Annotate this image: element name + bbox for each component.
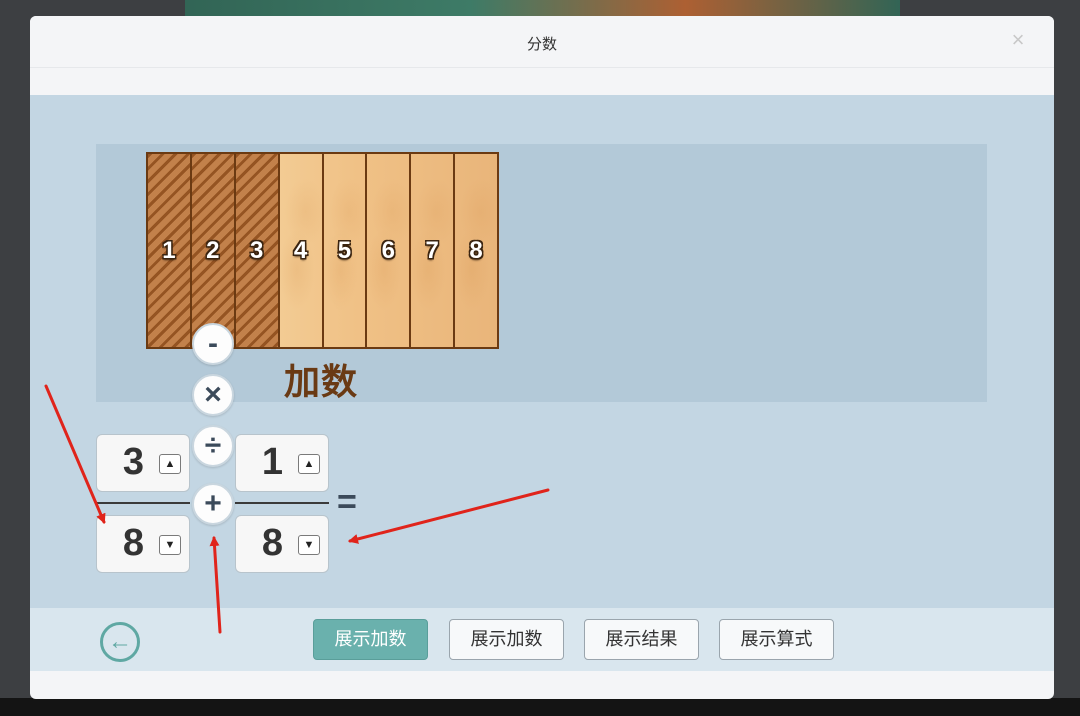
segment-number: 3: [250, 236, 264, 264]
show-formula-button[interactable]: 展示算式: [719, 619, 834, 660]
dialog-title: 分数: [526, 36, 557, 53]
bar-segment: 2: [191, 154, 236, 347]
right-numerator-up-button[interactable]: ▲: [298, 454, 320, 474]
visual-area: 1 2 3 4 5 6 7 8 加数: [96, 144, 987, 402]
left-denominator-down-button[interactable]: ▼: [159, 535, 181, 555]
left-numerator-up-button[interactable]: ▲: [159, 454, 181, 474]
bar-segment: 1: [148, 154, 192, 347]
dialog-header: 分数 ×: [30, 16, 1054, 68]
left-fraction-line: [96, 502, 190, 504]
bar-segment: 3: [235, 154, 280, 347]
fraction-dialog: 分数 × 1 2 3 4 5 6 7 8 加数 3 ▲ 8 ▼ 1 ▲ 8 ▼ …: [30, 16, 1054, 699]
segment-number: 4: [293, 236, 308, 264]
equals-sign: =: [337, 483, 357, 521]
right-numerator-field[interactable]: 1 ▲: [235, 434, 329, 492]
show-addend-button-active[interactable]: 展示加数: [313, 619, 428, 660]
dialog-content: 1 2 3 4 5 6 7 8 加数 3 ▲ 8 ▼ 1 ▲ 8 ▼ - × ÷…: [30, 95, 1054, 608]
left-denominator-value: 8: [122, 522, 145, 564]
back-arrow-icon[interactable]: ←: [100, 622, 140, 662]
close-icon[interactable]: ×: [1008, 29, 1028, 51]
segment-number: 7: [425, 236, 439, 264]
taskbar: [0, 698, 1080, 716]
segment-number: 6: [381, 236, 395, 264]
dialog-footer: ← 展示加数 展示加数 展示结果 展示算式: [30, 608, 1054, 671]
show-result-button[interactable]: 展示结果: [584, 619, 699, 660]
right-numerator-value: 1: [261, 441, 284, 483]
left-denominator-field[interactable]: 8 ▼: [96, 515, 190, 573]
segment-number: 5: [337, 236, 352, 264]
bar-segment: 7: [411, 154, 456, 347]
background-app-banner: [185, 0, 900, 16]
divide-button[interactable]: ÷: [192, 425, 234, 467]
plus-button[interactable]: +: [192, 483, 234, 525]
right-denominator-value: 8: [261, 522, 284, 564]
segment-number: 1: [162, 236, 176, 264]
segment-number: 2: [206, 236, 220, 264]
bar-segment: 8: [455, 154, 497, 347]
times-button[interactable]: ×: [192, 374, 234, 416]
right-denominator-down-button[interactable]: ▼: [298, 535, 320, 555]
segment-number: 8: [469, 236, 483, 264]
fraction-bar: 1 2 3 4 5 6 7 8: [146, 152, 499, 349]
bar-segment: 6: [367, 154, 412, 347]
addend-label: 加数: [284, 361, 359, 402]
right-denominator-field[interactable]: 8 ▼: [235, 515, 329, 573]
bar-segment: 4: [279, 154, 324, 347]
minus-button[interactable]: -: [192, 323, 234, 365]
right-fraction-line: [235, 502, 329, 504]
bar-segment: 5: [323, 154, 368, 347]
left-numerator-field[interactable]: 3 ▲: [96, 434, 190, 492]
show-addend-button[interactable]: 展示加数: [449, 619, 564, 660]
left-numerator-value: 3: [122, 441, 145, 483]
